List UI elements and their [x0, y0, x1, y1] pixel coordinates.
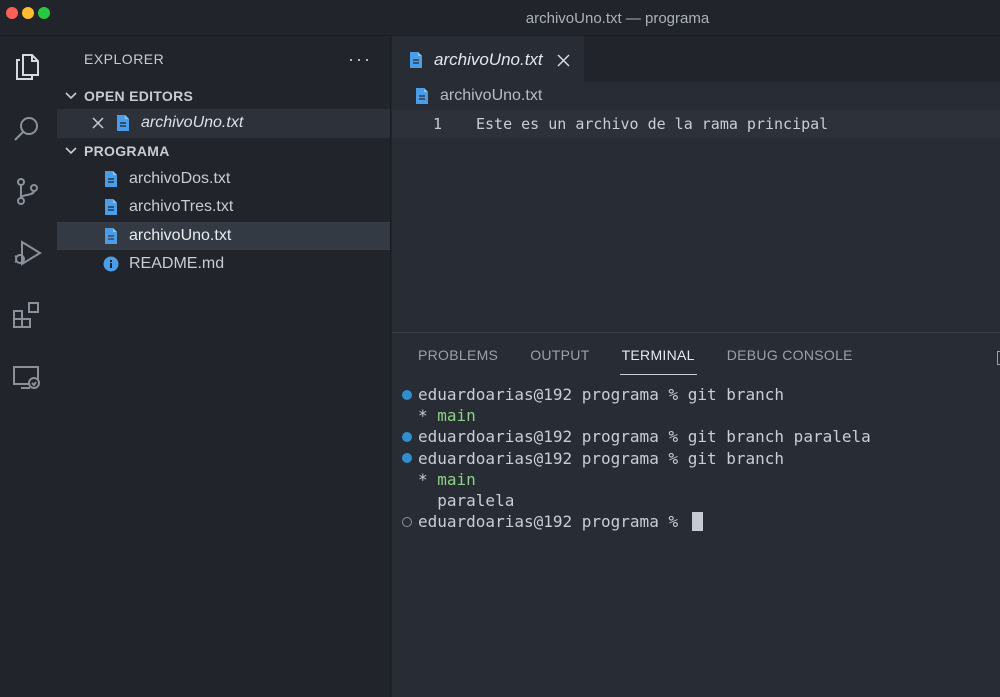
explorer-icon[interactable]: [10, 50, 44, 84]
tab-output[interactable]: OUTPUT: [530, 335, 589, 375]
open-editor-label: archivoUno.txt: [141, 114, 244, 132]
terminal-prompt: eduardoarias@192 programa %: [418, 427, 688, 447]
code-line[interactable]: 1 Este es un archivo de la rama principa…: [392, 110, 1000, 138]
tab-problems[interactable]: PROBLEMS: [418, 335, 498, 375]
terminal-output: *: [418, 469, 438, 489]
command-success-dot[interactable]: [402, 431, 412, 442]
terminal-command: git branch: [687, 448, 785, 468]
editor-tab[interactable]: archivoUno.txt: [392, 36, 584, 82]
editor-tab-label: archivoUno.txt: [434, 50, 543, 69]
command-pending-dot[interactable]: [402, 516, 412, 527]
terminal-line: * main: [392, 469, 1000, 490]
terminal-line: eduardoarias@192 programa % git branch p…: [392, 426, 1000, 447]
command-success-dot[interactable]: [402, 389, 412, 400]
extensions-icon[interactable]: [10, 298, 44, 332]
terminal[interactable]: eduardoarias@192 programa % git branch *…: [392, 377, 1000, 532]
bottom-panel: PROBLEMS OUTPUT TERMINAL DEBUG CONSOLE e…: [392, 332, 1000, 697]
file-item-label: README.md: [129, 255, 225, 273]
terminal-line: eduardoarias@192 programa % git branch: [392, 384, 1000, 405]
terminal-prompt: eduardoarias@192 programa %: [418, 448, 688, 468]
breadcrumb[interactable]: archivoUno.txt: [392, 82, 1000, 110]
folder-label: PROGRAMA: [84, 143, 170, 159]
open-editor-item[interactable]: archivoUno.txt: [57, 109, 390, 138]
terminal-cursor: [691, 512, 703, 532]
run-debug-icon[interactable]: [10, 236, 44, 270]
file-item-label: archivoTres.txt: [129, 198, 234, 216]
explorer-header: EXPLORER ···: [57, 36, 390, 82]
file-item[interactable]: archivoDos.txt: [57, 165, 390, 194]
terminal-command: git branch: [687, 385, 785, 405]
terminal-line: * main: [392, 405, 1000, 426]
line-number: 1: [432, 115, 442, 133]
source-control-icon[interactable]: [10, 174, 44, 208]
info-icon: [103, 256, 119, 272]
command-success-dot[interactable]: [402, 453, 412, 464]
terminal-prompt: eduardoarias@192 programa %: [418, 385, 688, 405]
search-icon[interactable]: [10, 112, 44, 146]
file-item-label: archivoUno.txt: [129, 226, 232, 244]
current-branch: main: [437, 469, 476, 489]
terminal-command: git branch paralela: [687, 427, 871, 447]
title-bar: archivoUno.txt — programa: [0, 0, 1000, 36]
more-actions-button[interactable]: ···: [348, 49, 372, 70]
terminal-output: *: [418, 406, 438, 426]
editor-tab-strip: archivoUno.txt: [392, 36, 1000, 82]
file-icon: [105, 199, 117, 216]
open-editors-label: OPEN EDITORS: [84, 87, 194, 104]
explorer-sidebar: EXPLORER ··· OPEN EDITORS archivoUno.txt…: [57, 36, 391, 697]
terminal-output: paralela: [418, 491, 515, 511]
close-icon[interactable]: [91, 116, 105, 130]
explorer-title: EXPLORER: [84, 51, 165, 67]
code-text[interactable]: Este es un archivo de la rama principal: [442, 115, 828, 133]
activity-bar: [0, 36, 57, 697]
terminal-prompt: eduardoarias@192 programa %: [418, 512, 688, 532]
file-item-label: archivoDos.txt: [129, 169, 231, 187]
chevron-down-icon: [65, 147, 77, 155]
file-icon: [117, 115, 129, 132]
tab-debug-console[interactable]: DEBUG CONSOLE: [727, 335, 853, 375]
file-icon: [105, 170, 117, 187]
editor-area: archivoUno.txt archivoUno.txt 1 Este es …: [392, 36, 1000, 332]
tab-terminal[interactable]: TERMINAL: [619, 335, 697, 375]
remote-explorer-icon[interactable]: [10, 360, 44, 394]
file-icon: [105, 227, 117, 244]
close-icon[interactable]: [557, 53, 570, 67]
terminal-line: eduardoarias@192 programa % git branch: [392, 448, 1000, 469]
breadcrumb-label: archivoUno.txt: [440, 87, 543, 104]
file-icon: [416, 88, 428, 104]
open-editors-section[interactable]: OPEN EDITORS: [57, 82, 390, 109]
terminal-line: paralela: [392, 490, 1000, 511]
file-icon: [410, 52, 422, 68]
current-branch: main: [437, 406, 476, 426]
file-item[interactable]: archivoTres.txt: [57, 193, 390, 222]
window-title: archivoUno.txt — programa: [525, 10, 710, 27]
chevron-down-icon: [65, 91, 77, 99]
panel-tabs: PROBLEMS OUTPUT TERMINAL DEBUG CONSOLE: [392, 333, 1000, 377]
terminal-line: eduardoarias@192 programa %: [392, 511, 1000, 532]
folder-section[interactable]: PROGRAMA: [57, 138, 390, 165]
file-item[interactable]: README.md: [57, 250, 390, 279]
file-item-active[interactable]: archivoUno.txt: [57, 221, 390, 250]
